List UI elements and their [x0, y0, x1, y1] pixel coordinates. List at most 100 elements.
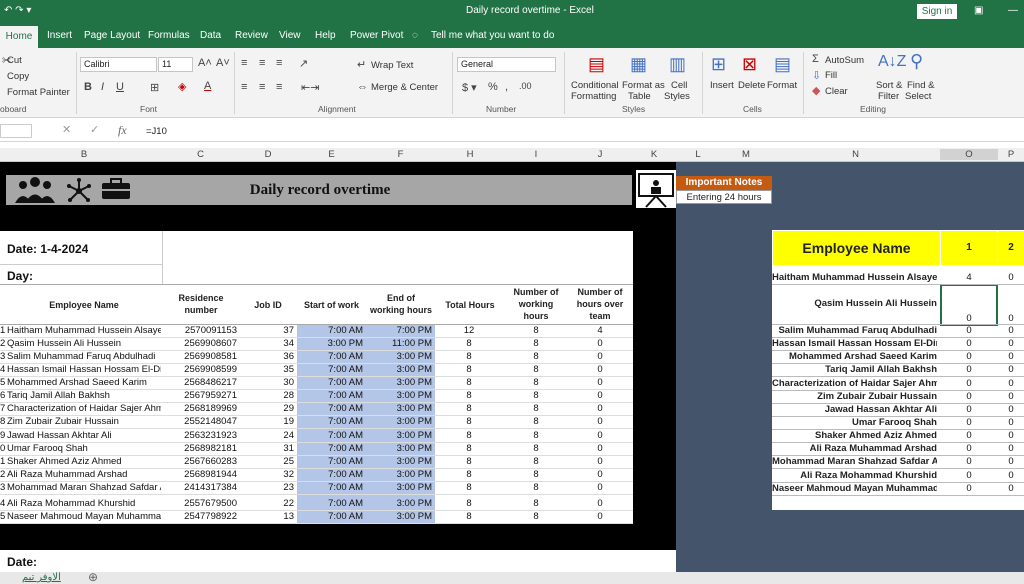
conditional-formatting-button[interactable]: Conditional — [571, 80, 619, 91]
bold-icon[interactable]: B — [84, 81, 92, 93]
table-cell[interactable]: 2569908581 — [164, 351, 237, 362]
summary-value[interactable]: 0 — [998, 456, 1024, 467]
table-cell[interactable]: 3:00 PM — [297, 338, 363, 349]
summary-value[interactable]: 0 — [940, 325, 998, 336]
table-cell[interactable]: 7:00 AM — [297, 482, 363, 493]
table-cell[interactable]: 8 — [435, 377, 503, 388]
table-cell[interactable]: Qasim Hussein Ali Hussein — [7, 338, 161, 349]
table-cell[interactable]: 7:00 PM — [366, 325, 432, 336]
table-cell[interactable]: 22 — [239, 498, 294, 509]
column-header[interactable]: I — [505, 149, 567, 160]
summary-value[interactable]: 0 — [998, 483, 1024, 494]
table-cell[interactable]: 0 — [567, 498, 633, 509]
table-cell[interactable]: 0 — [567, 403, 633, 414]
font-size-select[interactable]: 11 — [158, 57, 193, 72]
table-cell[interactable]: Jawad Hassan Akhtar Ali — [7, 430, 161, 441]
table-cell[interactable]: Characterization of Haidar Sajer Ahme — [7, 403, 161, 414]
table-cell[interactable]: 3:00 PM — [366, 430, 432, 441]
table-cell[interactable]: 2414317384 — [164, 482, 237, 493]
table-cell[interactable]: 8 — [505, 469, 567, 480]
orientation-icon[interactable]: ↗ — [299, 57, 308, 70]
table-cell[interactable]: Ali Raza Mohammad Khurshid — [7, 498, 161, 509]
summary-value[interactable]: 0 — [940, 456, 998, 467]
table-cell[interactable]: 8 — [435, 498, 503, 509]
table-cell[interactable]: Zim Zubair Zubair Hussain — [7, 416, 161, 427]
table-cell[interactable]: 0 — [567, 351, 633, 362]
copy-button[interactable]: Copy — [7, 71, 29, 82]
table-cell[interactable]: 2569908607 — [164, 338, 237, 349]
table-cell[interactable]: 8 — [505, 416, 567, 427]
ribbon-display-icon[interactable]: ▣ — [974, 5, 983, 16]
table-cell[interactable]: 23 — [239, 482, 294, 493]
cut-button[interactable]: Cut — [7, 55, 22, 66]
table-cell[interactable]: 2568189969 — [164, 403, 237, 414]
table-cell[interactable]: Mohammad Maran Shahzad Safdar A — [7, 482, 161, 493]
sort-filter-button-2[interactable]: Filter — [878, 91, 899, 102]
merge-center-icon[interactable]: ⇔ — [357, 81, 368, 93]
merge-center-button[interactable]: Merge & Center — [371, 82, 438, 93]
table-cell[interactable]: 3:00 PM — [366, 469, 432, 480]
table-cell[interactable]: 7:00 AM — [297, 511, 363, 522]
column-header[interactable]: M — [721, 149, 771, 160]
table-cell[interactable]: 3:00 PM — [366, 443, 432, 454]
table-cell[interactable]: Umar Farooq Shah — [7, 443, 161, 454]
tab-review[interactable]: Review — [235, 30, 268, 41]
summary-name[interactable]: Jawad Hassan Akhtar Ali — [772, 404, 937, 415]
table-cell[interactable]: 30 — [239, 377, 294, 388]
table-cell[interactable]: 8 — [505, 338, 567, 349]
column-header[interactable]: K — [633, 149, 675, 160]
comma-icon[interactable]: , — [505, 81, 508, 93]
summary-value[interactable]: 0 — [998, 378, 1024, 389]
table-cell[interactable]: 8 — [435, 416, 503, 427]
summary-value[interactable]: 0 — [940, 417, 998, 428]
align-middle-icon[interactable]: ≡ — [259, 57, 265, 69]
summary-name[interactable]: Qasim Hussein Ali Hussein — [772, 298, 937, 309]
format-as-table-button[interactable]: Format as — [622, 80, 665, 91]
table-cell[interactable]: 13 — [239, 511, 294, 522]
clear-button[interactable]: Clear — [825, 86, 848, 97]
table-cell[interactable]: 7:00 AM — [297, 364, 363, 375]
column-header[interactable]: E — [297, 149, 366, 160]
table-cell[interactable]: 0 — [567, 456, 633, 467]
font-name-select[interactable]: Calibri — [80, 57, 157, 72]
summary-value[interactable]: 0 — [940, 443, 998, 454]
table-cell[interactable]: 3:00 PM — [366, 403, 432, 414]
summary-name[interactable]: Shaker Ahmed Aziz Ahmed — [772, 430, 937, 441]
function-icon[interactable]: fx — [118, 123, 127, 138]
table-cell[interactable]: Ali Raza Muhammad Arshad — [7, 469, 161, 480]
tab-data[interactable]: Data — [200, 30, 221, 41]
table-cell[interactable]: 8 — [435, 364, 503, 375]
tab-power-pivot[interactable]: Power Pivot — [350, 30, 403, 41]
sign-in-button[interactable]: Sign in — [917, 4, 957, 19]
tab-insert[interactable]: Insert — [47, 30, 72, 41]
autosum-button[interactable]: AutoSum — [825, 55, 864, 66]
summary-name[interactable]: Ali Raza Muhammad Arshad — [772, 443, 937, 454]
align-bottom-icon[interactable]: ≡ — [276, 57, 282, 69]
summary-value[interactable]: 0 — [998, 470, 1024, 481]
table-cell[interactable]: 3:00 PM — [366, 456, 432, 467]
column-header[interactable]: L — [675, 149, 721, 160]
summary-value[interactable]: 0 — [998, 364, 1024, 375]
table-cell[interactable]: 8 — [435, 482, 503, 493]
table-cell[interactable]: 3:00 PM — [366, 482, 432, 493]
table-cell[interactable]: 3:00 PM — [366, 364, 432, 375]
summary-name[interactable]: Naseer Mahmoud Mayan Muhammad — [772, 483, 937, 494]
summary-value[interactable]: 0 — [998, 272, 1024, 283]
cell-styles-button-2[interactable]: Styles — [664, 91, 690, 102]
table-cell[interactable]: 8 — [435, 403, 503, 414]
insert-cells-button[interactable]: Insert — [710, 80, 734, 91]
align-center-icon[interactable]: ≡ — [259, 81, 265, 93]
summary-value[interactable]: 0 — [998, 430, 1024, 441]
summary-value[interactable]: 0 — [940, 313, 998, 324]
increase-decimal-icon[interactable]: .00 — [519, 81, 532, 91]
table-cell[interactable]: 8 — [505, 351, 567, 362]
table-cell[interactable]: 7:00 AM — [297, 403, 363, 414]
table-cell[interactable]: 8 — [505, 430, 567, 441]
table-cell[interactable]: 0 — [567, 364, 633, 375]
table-cell[interactable]: 12 — [435, 325, 503, 336]
summary-value[interactable]: 0 — [940, 351, 998, 362]
summary-value[interactable]: 0 — [940, 470, 998, 481]
align-top-icon[interactable]: ≡ — [241, 57, 247, 69]
tell-me-search[interactable]: Tell me what you want to do — [431, 30, 554, 41]
table-cell[interactable]: 2569908599 — [164, 364, 237, 375]
